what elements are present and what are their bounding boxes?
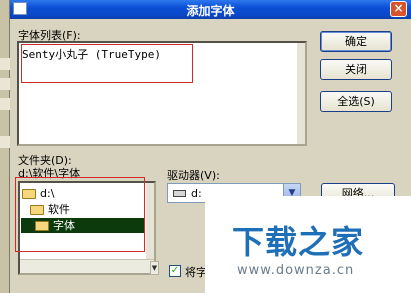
watermark-url: www.downza.cn (237, 263, 355, 278)
drive-value: d: (191, 187, 202, 200)
background-fragment (0, 78, 10, 90)
copy-checkbox[interactable]: ✓ (169, 265, 181, 277)
tree-horizontal-scrollbar[interactable] (20, 259, 154, 273)
font-list[interactable]: Senty小丸子 (TrueType) (17, 41, 307, 146)
copy-checkbox-label: 将字 (185, 266, 207, 279)
scroll-down-icon[interactable]: ▼ (150, 261, 159, 275)
close-button[interactable]: 关闭 (320, 59, 392, 80)
highlight-frame (15, 177, 145, 252)
background-window-strip (0, 0, 10, 293)
highlight-frame (21, 44, 193, 83)
font-list-scrollbar[interactable] (297, 43, 305, 144)
close-icon[interactable]: × (390, 1, 407, 17)
drive-icon (173, 190, 186, 197)
dialog-title: 添加字体 (186, 4, 235, 18)
watermark-brand: 下载之家 (232, 223, 365, 261)
ok-button[interactable]: 确定 (320, 31, 392, 52)
drives-label: 驱动器(V): (167, 169, 220, 182)
add-font-dialog: 添加字体 × 字体列表(F): Senty小丸子 (TrueType) 确定 关… (10, 0, 411, 293)
background-fragment (0, 58, 10, 70)
background-fragment (0, 136, 10, 148)
select-all-button[interactable]: 全选(S) (320, 91, 392, 112)
title-bar[interactable]: 添加字体 × (10, 0, 411, 19)
background-fragment (0, 98, 10, 110)
tree-scrollbar[interactable] (146, 183, 154, 259)
